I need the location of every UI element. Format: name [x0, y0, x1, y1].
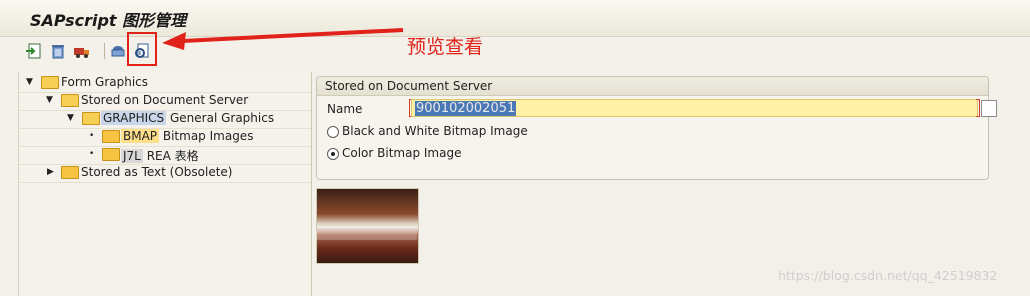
annotation-arrow-icon [162, 28, 404, 50]
folder-icon [61, 166, 79, 179]
tree-node-j7l[interactable]: • J7L REA 表格 [19, 146, 311, 165]
bullet-icon: • [89, 131, 95, 141]
name-input-value: 900102002051 [415, 101, 517, 116]
radio-bw-label: Black and White Bitmap Image [342, 124, 528, 138]
transport-icon[interactable] [72, 41, 92, 61]
annotation-text: 预览查看 [407, 36, 484, 58]
watermark: https://blog.csdn.net/qq_42519832 [778, 268, 998, 283]
copy-icon[interactable] [981, 100, 997, 117]
tree-node-doc-server[interactable]: ▼ Stored on Document Server [19, 92, 311, 111]
print-icon[interactable] [108, 41, 128, 61]
graphics-tree: ▼ Form Graphics ▼ Stored on Document Ser… [18, 72, 312, 296]
required-marker-right [976, 99, 980, 117]
delete-icon[interactable] [48, 41, 68, 61]
bitmap-preview-image [316, 188, 419, 264]
preview-shine [316, 230, 417, 240]
tree-node-form-graphics[interactable]: ▼ Form Graphics [19, 74, 311, 93]
name-label: Name [327, 102, 363, 116]
expand-caret-icon[interactable]: ▶ [47, 167, 54, 177]
radio-bw[interactable] [327, 126, 339, 138]
radio-color-label: Color Bitmap Image [342, 146, 462, 160]
collapse-caret-icon[interactable]: ▼ [46, 95, 53, 105]
preview-highlight-box [127, 32, 157, 66]
folder-open-icon [61, 94, 79, 107]
folder-icon [102, 130, 120, 143]
toolbar-separator [104, 43, 105, 59]
folder-open-icon [41, 76, 59, 89]
import-icon[interactable] [24, 41, 44, 61]
tree-node-bmap[interactable]: • BMAP Bitmap Images [19, 128, 311, 147]
radio-color[interactable] [327, 148, 339, 160]
bullet-icon: • [89, 149, 95, 159]
name-input[interactable]: 900102002051 [411, 99, 978, 117]
collapse-caret-icon[interactable]: ▼ [26, 77, 33, 87]
folder-icon [102, 148, 120, 161]
folder-open-icon [82, 112, 100, 125]
collapse-caret-icon[interactable]: ▼ [67, 113, 74, 123]
tree-node-graphics[interactable]: ▼ GRAPHICS General Graphics [19, 110, 311, 129]
group-title-bar: Stored on Document Server [317, 77, 988, 96]
tree-node-stored-text[interactable]: ▶ Stored as Text (Obsolete) [19, 164, 311, 183]
